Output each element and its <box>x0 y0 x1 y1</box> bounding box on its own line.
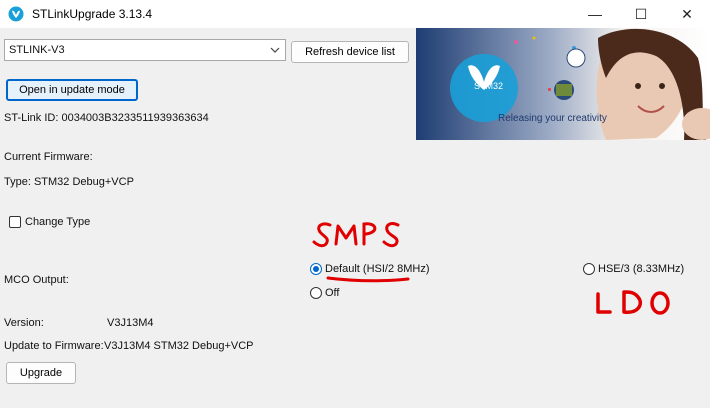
firmware-type-label: Type: STM32 Debug+VCP <box>4 176 134 188</box>
refresh-device-list-button[interactable]: Refresh device list <box>291 41 409 63</box>
mco-hse-label[interactable]: HSE/3 (8.33MHz) <box>598 263 684 275</box>
device-select-value: STLINK-V3 <box>9 44 65 56</box>
banner-logo-text: STM32 <box>474 81 504 91</box>
ldo-annotation <box>596 290 670 315</box>
version-label: Version: <box>4 317 44 329</box>
minimize-icon: — <box>588 6 602 22</box>
app-icon <box>8 6 24 22</box>
upgrade-button[interactable]: Upgrade <box>6 362 76 384</box>
close-button[interactable]: ✕ <box>664 0 710 28</box>
minimize-button[interactable]: — <box>572 0 618 28</box>
stm32-banner: STM32 Releasing your creativity <box>416 28 710 140</box>
mco-off-label[interactable]: Off <box>325 287 339 299</box>
mco-hse-radio[interactable] <box>583 263 595 275</box>
device-select[interactable]: STLINK-V3 <box>4 39 286 61</box>
maximize-icon: ☐ <box>634 5 648 22</box>
title-bar: STLinkUpgrade 3.13.4 — ☐ ✕ <box>0 0 710 28</box>
chevron-down-icon <box>270 47 280 53</box>
change-type-checkbox[interactable] <box>9 216 21 228</box>
smps-annotation <box>312 222 410 283</box>
change-type-label[interactable]: Change Type <box>25 216 90 228</box>
banner-tagline: Releasing your creativity <box>498 113 607 124</box>
close-icon: ✕ <box>681 5 693 22</box>
mco-output-label: MCO Output: <box>4 274 69 286</box>
mco-off-radio[interactable] <box>310 287 322 299</box>
maximize-button[interactable]: ☐ <box>618 0 664 28</box>
stlink-id-label: ST-Link ID: 0034003B3233511939363634 <box>4 112 209 124</box>
open-update-mode-button[interactable]: Open in update mode <box>6 79 138 101</box>
update-to-label: Update to Firmware: <box>4 340 104 352</box>
update-to-value: V3J13M4 STM32 Debug+VCP <box>104 340 254 352</box>
window-title: STLinkUpgrade 3.13.4 <box>32 7 153 21</box>
version-value: V3J13M4 <box>107 317 154 329</box>
current-firmware-label: Current Firmware: <box>4 151 93 163</box>
